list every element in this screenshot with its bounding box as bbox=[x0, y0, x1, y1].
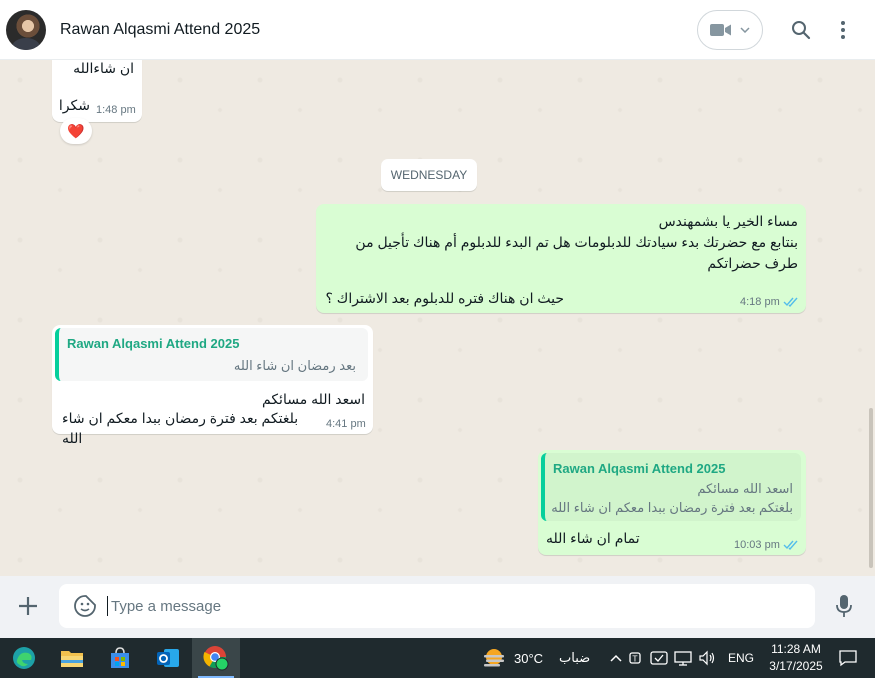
composer bbox=[0, 576, 875, 638]
attach-button[interactable] bbox=[14, 592, 42, 620]
weather-widget[interactable]: 30°C ضباب bbox=[482, 638, 590, 678]
message-text: طرف حضراتكم bbox=[707, 255, 798, 271]
folder-icon bbox=[61, 651, 83, 667]
volume-icon[interactable] bbox=[698, 650, 716, 666]
message-time: 1:48 pm bbox=[96, 104, 136, 116]
search-button[interactable] bbox=[783, 12, 819, 48]
system-tray: T ENG bbox=[610, 638, 754, 678]
clock-date: 3/17/2025 bbox=[769, 659, 823, 673]
message-text: ان شاءالله bbox=[73, 60, 134, 76]
weather-temp: 30°C bbox=[514, 650, 544, 666]
video-camera-icon bbox=[710, 23, 731, 36]
clock-time: 11:28 AM bbox=[771, 642, 821, 656]
taskbar-store[interactable] bbox=[96, 638, 144, 678]
quoted-text: بعد رمضان ان شاء الله bbox=[233, 358, 356, 373]
message-text: تمام ان شاء الله bbox=[546, 530, 640, 546]
scrollbar[interactable] bbox=[869, 408, 873, 568]
more-vertical-icon bbox=[841, 20, 845, 39]
message-list[interactable]: ان شاءالله شكرا 1:48 pm ❤️ WEDNESDAY مسا… bbox=[0, 60, 875, 576]
edge-icon bbox=[13, 647, 35, 669]
weather-desc: ضباب bbox=[559, 650, 591, 665]
voice-message-button[interactable] bbox=[831, 592, 857, 620]
notification-icon bbox=[839, 650, 857, 667]
taskbar-file-explorer[interactable] bbox=[48, 638, 96, 678]
message-text: مساء الخير يا بشمهندس bbox=[658, 213, 798, 229]
store-icon bbox=[111, 647, 129, 668]
heart-icon: ❤️ bbox=[67, 122, 85, 139]
chat-header: Rawan Alqasmi Attend 2025 bbox=[0, 0, 875, 60]
message-text: حيث ان هناك فتره للدبلوم بعد الاشتراك ؟ bbox=[325, 290, 564, 306]
contact-name[interactable]: Rawan Alqasmi Attend 2025 bbox=[60, 21, 697, 39]
menu-button[interactable] bbox=[825, 12, 861, 48]
quoted-author: Rawan Alqasmi Attend 2025 bbox=[67, 336, 240, 351]
message-text: بنتابع مع حضرتك بدء سيادتك للدبلومات هل … bbox=[355, 234, 798, 250]
quoted-message[interactable]: Rawan Alqasmi Attend 2025 اسعد الله مسائ… bbox=[541, 453, 801, 521]
message-text: بلغتكم بعد فترة رمضان ببدا معكم ان شاء ا… bbox=[62, 410, 299, 446]
message-input[interactable] bbox=[107, 596, 797, 616]
microphone-icon bbox=[836, 595, 852, 617]
message-time: 4:41 pm bbox=[326, 418, 366, 430]
fog-sun-icon bbox=[484, 649, 504, 667]
quoted-text: اسعد الله مسائكم bbox=[697, 481, 793, 496]
plus-icon bbox=[19, 597, 37, 615]
chevron-down-icon bbox=[740, 26, 750, 33]
notifications-button[interactable] bbox=[836, 646, 860, 670]
network-icon[interactable] bbox=[674, 650, 692, 666]
taskbar-chrome-whatsapp[interactable] bbox=[192, 638, 240, 678]
sticker-button[interactable] bbox=[73, 594, 97, 618]
contact-avatar[interactable] bbox=[6, 9, 46, 50]
svg-text:T: T bbox=[632, 655, 638, 664]
teams-icon[interactable]: T bbox=[628, 650, 644, 666]
day-separator: WEDNESDAY bbox=[381, 159, 477, 191]
message-incoming[interactable]: Rawan Alqasmi Attend 2025 بعد رمضان ان ش… bbox=[52, 325, 373, 446]
chrome-icon bbox=[203, 646, 229, 671]
outlook-icon bbox=[157, 649, 179, 667]
message-text: اسعد الله مسائكم bbox=[262, 391, 365, 407]
message-input-box[interactable] bbox=[59, 584, 815, 628]
quoted-author: Rawan Alqasmi Attend 2025 bbox=[553, 461, 726, 476]
double-check-icon bbox=[783, 540, 798, 550]
video-call-button[interactable] bbox=[697, 9, 763, 50]
input-language[interactable]: ENG bbox=[728, 651, 754, 665]
message-time: 10:03 pm bbox=[734, 539, 799, 551]
taskbar-clock[interactable]: 11:28 AM 3/17/2025 bbox=[760, 641, 832, 675]
sticker-icon bbox=[74, 595, 96, 617]
quoted-text: بلغتكم بعد فترة رمضان ببدا معكم ان شاء ا… bbox=[551, 500, 793, 515]
quoted-message[interactable]: Rawan Alqasmi Attend 2025 بعد رمضان ان ش… bbox=[55, 328, 368, 381]
taskbar-edge[interactable] bbox=[0, 638, 48, 678]
taskbar-outlook[interactable] bbox=[144, 638, 192, 678]
windows-taskbar: 30°C ضباب T ENG 11:28 AM 3/17/2025 bbox=[0, 638, 875, 678]
search-icon bbox=[792, 20, 811, 39]
message-outgoing[interactable]: Rawan Alqasmi Attend 2025 اسعد الله مسائ… bbox=[538, 450, 806, 555]
double-check-icon bbox=[783, 297, 798, 307]
message-outgoing[interactable]: مساء الخير يا بشمهندس بنتابع مع حضرتك بد… bbox=[316, 204, 806, 313]
reaction-badge[interactable]: ❤️ bbox=[60, 118, 92, 144]
message-incoming[interactable]: ان شاءالله شكرا 1:48 pm bbox=[52, 60, 142, 122]
meet-now-icon[interactable] bbox=[650, 650, 668, 666]
chevron-up-icon[interactable] bbox=[610, 654, 622, 662]
message-time: 4:18 pm bbox=[740, 296, 799, 308]
message-text: شكرا bbox=[58, 97, 90, 113]
